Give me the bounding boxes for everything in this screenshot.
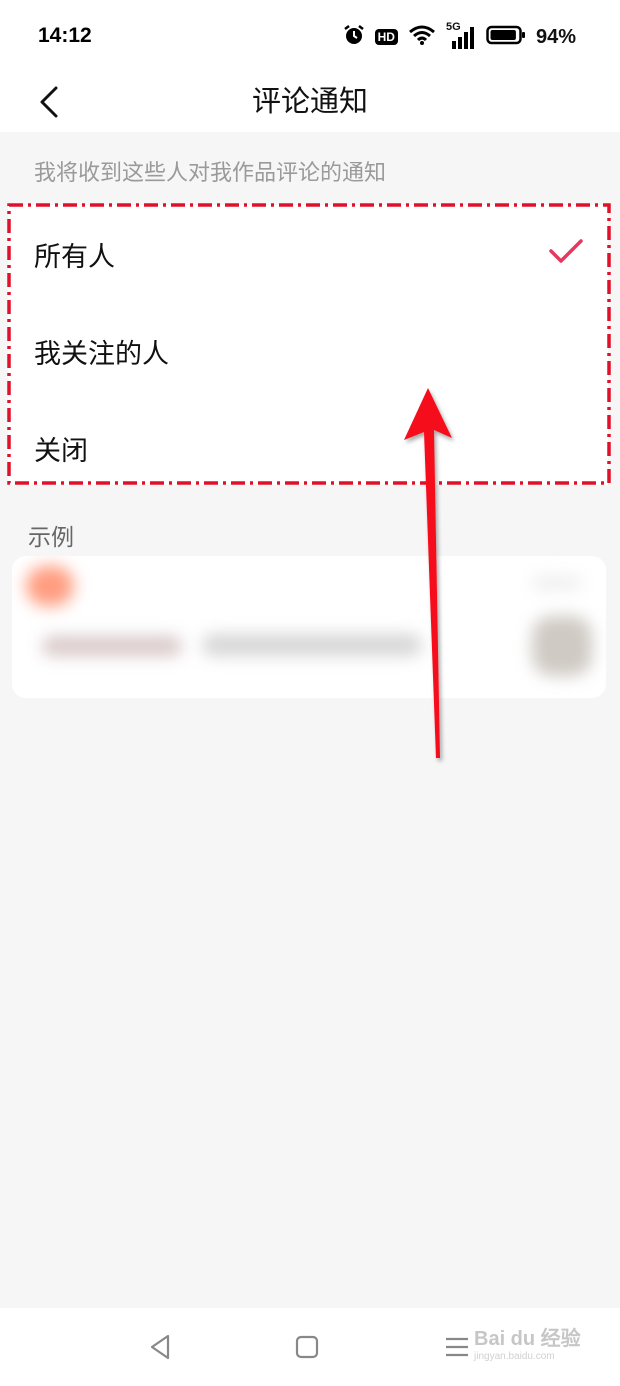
blurred-text [42,636,182,656]
header-bar: 评论通知 [0,72,620,132]
hd-icon: HD [374,29,398,45]
wifi-icon [408,24,436,50]
blurred-text [202,634,422,656]
menu-lines-icon[interactable] [440,1330,474,1364]
signal-icon: 5G [446,21,476,49]
blurred-avatar [26,566,74,606]
back-triangle-icon[interactable] [144,1330,178,1364]
status-time: 14:12 [38,24,92,47]
home-square-icon[interactable] [290,1330,324,1364]
alarm-icon [343,24,365,50]
example-label: 示例 [28,525,74,551]
section-hint: 我将收到这些人对我作品评论的通知 [34,161,387,186]
battery-icon [486,24,526,50]
blurred-text [532,576,582,590]
battery-percent: 94% [535,25,576,48]
navigation-bar [0,1308,620,1386]
status-icons: HD 5G 94% [343,21,576,50]
status-bar: 14:12 HD 5G 94% [0,0,620,72]
annotation-highlight-box [7,203,611,485]
annotation-arrow [404,388,452,758]
blurred-thumbnail [532,616,592,676]
example-preview-card [12,556,606,698]
page-title: 评论通知 [251,84,368,118]
